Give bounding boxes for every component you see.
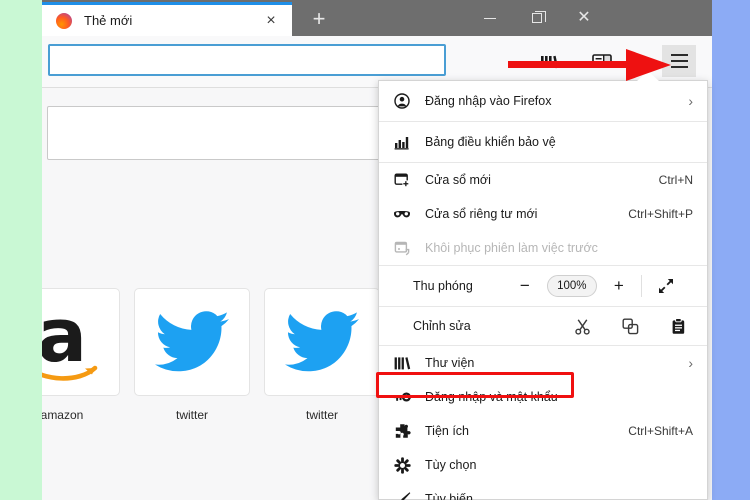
menu-item-addons[interactable]: Tiện ích Ctrl+Shift+A xyxy=(379,414,707,448)
top-site-tile[interactable]: twitter xyxy=(134,288,250,422)
top-sites-grid: a amazon twitter twitter xyxy=(42,288,380,422)
new-tab-button[interactable]: + xyxy=(298,2,340,36)
zoom-in-button[interactable]: + xyxy=(603,272,635,300)
desktop-left-strip xyxy=(0,0,42,500)
tab-title: Thẻ mới xyxy=(84,13,133,28)
screenshot-root: Thẻ mới × + ✕ a amazon twitter twitter Đ… xyxy=(0,0,750,500)
menu-group-windows: Cửa sổ mới Ctrl+N Cửa sổ riêng tư mới Ct… xyxy=(379,163,707,266)
desktop-right-strip xyxy=(712,0,750,500)
zoom-level-value[interactable]: 100% xyxy=(546,275,597,297)
menu-item-label: Khôi phục phiên làm việc trước xyxy=(425,241,598,255)
edit-row: Chỉnh sửa xyxy=(379,307,707,345)
menu-item-options[interactable]: Tùy chọn xyxy=(379,448,707,482)
menu-item-label: Tùy biến... xyxy=(425,492,484,500)
menu-item-label: Cửa sổ riêng tư mới xyxy=(425,207,538,221)
new-window-icon xyxy=(391,169,413,191)
library-icon xyxy=(391,352,413,374)
private-window-icon xyxy=(391,203,413,225)
menu-item-library[interactable]: Thư viện › xyxy=(379,346,707,380)
menu-item-customize[interactable]: Tùy biến... xyxy=(379,482,707,500)
close-window-button[interactable]: ✕ xyxy=(561,0,607,36)
menu-group-account: Đăng nhập vào Firefox › xyxy=(379,81,707,122)
menu-item-label: Đăng nhập và mật khẩu xyxy=(425,390,558,404)
menu-item-new-private-window[interactable]: Cửa sổ riêng tư mới Ctrl+Shift+P xyxy=(379,197,707,231)
paste-icon[interactable] xyxy=(667,315,689,337)
menu-item-sign-in-firefox[interactable]: Đăng nhập vào Firefox › xyxy=(379,81,707,121)
customize-brush-icon xyxy=(391,488,413,500)
menu-item-label: Bảng điều khiển bảo vệ xyxy=(425,135,556,149)
top-site-label: amazon xyxy=(42,408,84,422)
menu-item-label: Cửa sổ mới xyxy=(425,173,491,187)
menu-item-label: Thư viện xyxy=(425,356,475,370)
zoom-row: Thu phóng − 100% + xyxy=(379,266,707,306)
menu-item-shortcut: Ctrl+Shift+A xyxy=(628,424,693,438)
account-icon xyxy=(391,90,413,112)
menu-item-label: Tùy chọn xyxy=(425,458,477,472)
restore-session-icon xyxy=(391,237,413,259)
top-site-label: twitter xyxy=(175,408,208,422)
menu-item-restore-previous-session: Khôi phục phiên làm việc trước xyxy=(379,231,707,265)
search-input[interactable]: → xyxy=(47,106,416,160)
firefox-logo-icon xyxy=(56,12,72,29)
menu-group-tools: Thư viện › Đăng nhập và mật khẩu Tiện íc… xyxy=(379,346,707,500)
protections-dashboard-icon xyxy=(391,131,413,153)
cut-icon[interactable] xyxy=(571,315,593,337)
menu-item-protections-dashboard[interactable]: Bảng điều khiển bảo vệ xyxy=(379,122,707,162)
menu-item-shortcut: Ctrl+Shift+P xyxy=(628,207,693,221)
top-site-tile[interactable]: a amazon xyxy=(42,288,120,422)
chevron-right-icon: › xyxy=(688,355,693,371)
addons-icon xyxy=(391,420,413,442)
settings-gear-icon xyxy=(391,454,413,476)
menu-item-new-window[interactable]: Cửa sổ mới Ctrl+N xyxy=(379,163,707,197)
menu-group-protections: Bảng điều khiển bảo vệ xyxy=(379,122,707,163)
menu-item-shortcut: Ctrl+N xyxy=(658,173,693,187)
copy-icon[interactable] xyxy=(619,315,641,337)
menu-group-edit: Chỉnh sửa xyxy=(379,307,707,346)
title-bar: Thẻ mới × + ✕ xyxy=(42,0,712,36)
edit-label: Chỉnh sửa xyxy=(413,319,471,333)
key-icon xyxy=(391,386,413,408)
close-tab-icon[interactable]: × xyxy=(258,8,284,34)
fullscreen-icon[interactable] xyxy=(650,272,682,300)
amazon-logo-icon: a xyxy=(42,288,120,396)
minimize-window-button[interactable] xyxy=(467,0,513,36)
top-site-tile[interactable]: twitter xyxy=(264,288,380,422)
annotation-arrow xyxy=(508,48,680,82)
twitter-logo-icon xyxy=(264,288,380,396)
logins-and-passwords-item[interactable]: Đăng nhập và mật khẩu xyxy=(379,380,707,414)
browser-tab-active[interactable]: Thẻ mới × xyxy=(42,2,292,36)
app-menu-panel: Đăng nhập vào Firefox › Bảng điều khiển … xyxy=(378,80,708,500)
zoom-separator xyxy=(640,275,642,297)
address-bar-input[interactable] xyxy=(48,44,446,76)
menu-item-label: Đăng nhập vào Firefox xyxy=(425,94,552,108)
maximize-window-button[interactable] xyxy=(514,0,560,36)
twitter-logo-icon xyxy=(134,288,250,396)
menu-item-label: Tiện ích xyxy=(425,424,470,438)
chevron-right-icon: › xyxy=(688,93,693,109)
menu-group-zoom: Thu phóng − 100% + xyxy=(379,266,707,307)
zoom-out-button[interactable]: − xyxy=(509,272,541,300)
zoom-label: Thu phóng xyxy=(413,279,473,293)
top-site-label: twitter xyxy=(305,408,338,422)
